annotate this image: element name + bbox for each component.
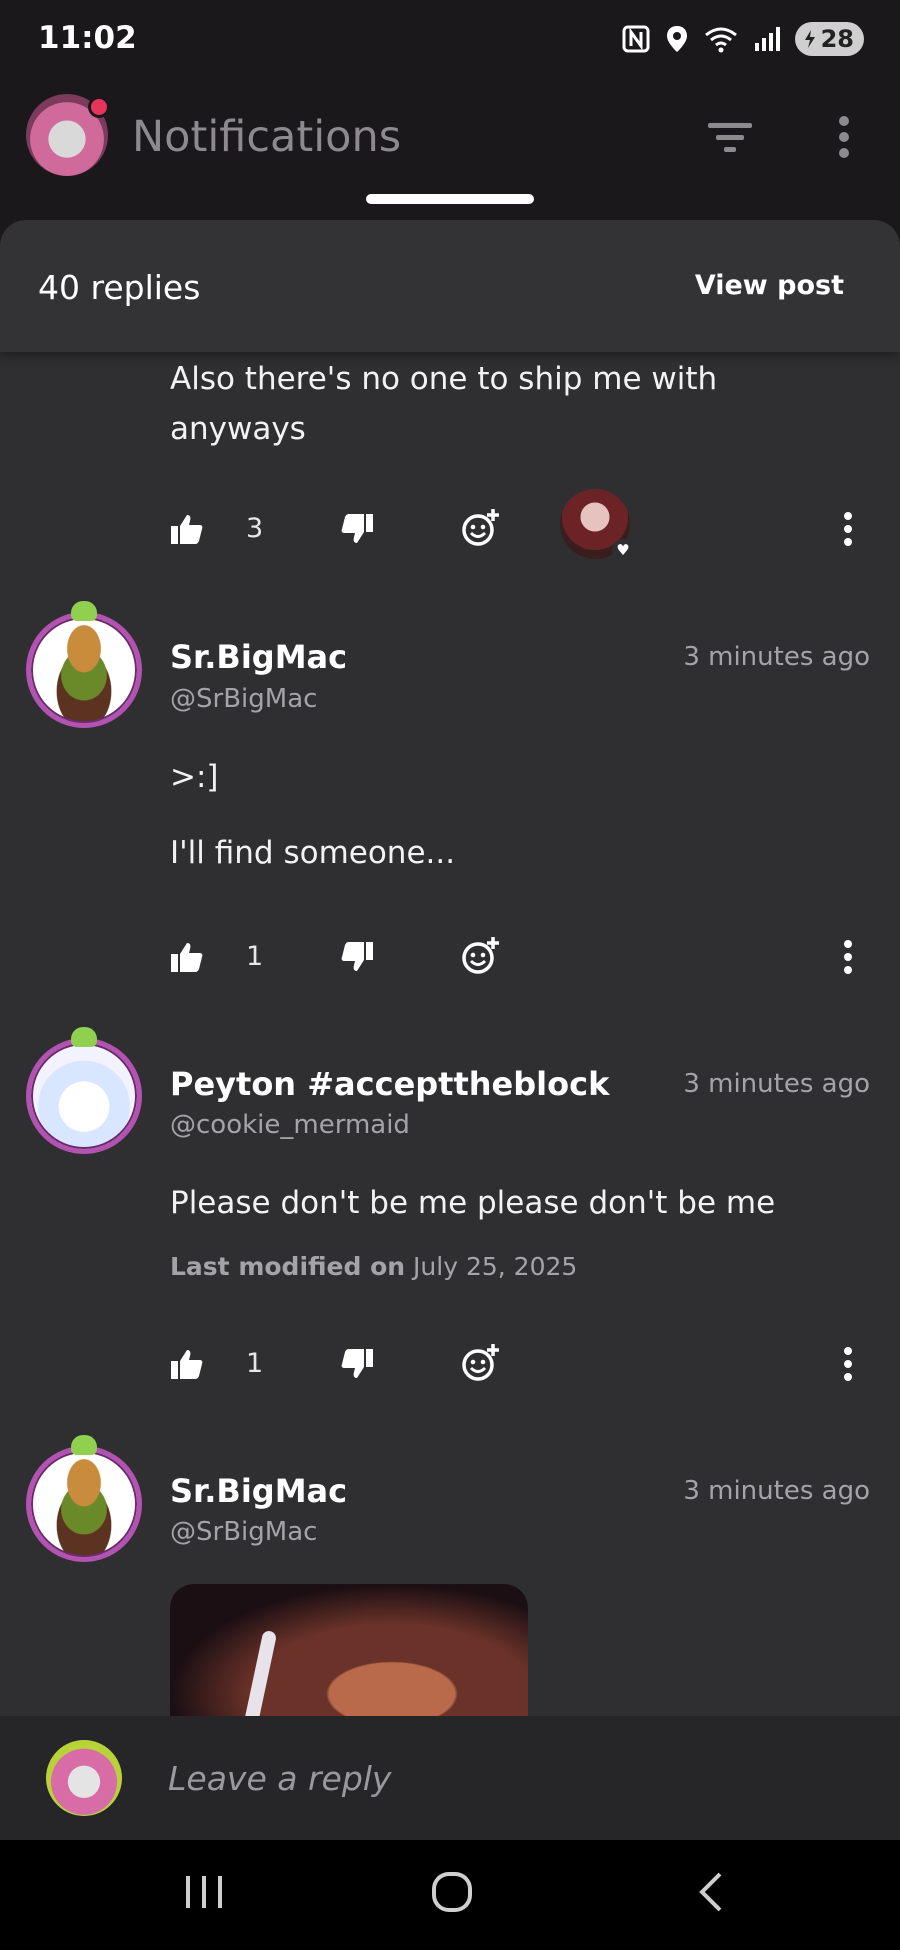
- user-avatar[interactable]: [26, 1027, 142, 1154]
- add-reaction-icon[interactable]: [460, 1342, 500, 1384]
- comment-line: Also there's no one to ship me with: [170, 361, 718, 397]
- user-name[interactable]: Peyton #accepttheblock: [170, 1065, 609, 1103]
- comment-line: >:]: [170, 759, 219, 795]
- clock: 11:02: [38, 20, 137, 56]
- like-count: 1: [246, 941, 264, 972]
- battery-indicator: 28: [794, 22, 864, 56]
- timestamp: 3 minutes ago: [683, 1069, 870, 1099]
- like-count: 3: [246, 513, 264, 544]
- nfc-icon: [622, 25, 650, 53]
- thumbs-up-icon[interactable]: [170, 941, 204, 973]
- timestamp: 3 minutes ago: [683, 642, 870, 672]
- thumbs-up-icon[interactable]: [170, 513, 204, 545]
- my-avatar: [46, 1740, 122, 1816]
- replies-sheet: 40 replies View post Also there's no one…: [0, 220, 900, 1716]
- last-modified-label: Last modified on: [170, 1252, 406, 1281]
- add-reaction-icon[interactable]: [460, 507, 500, 549]
- comment-line: anyways: [170, 411, 306, 447]
- more-vert-icon[interactable]: [842, 939, 854, 975]
- image-detail: [240, 1629, 278, 1716]
- thumbs-up-icon[interactable]: [170, 1348, 204, 1380]
- home-icon[interactable]: [430, 1870, 474, 1914]
- add-reaction-icon[interactable]: [460, 935, 500, 977]
- more-vert-icon[interactable]: [842, 511, 854, 547]
- comment-actions: 1: [170, 1340, 870, 1390]
- reply-bar: [0, 1716, 900, 1840]
- view-post-button[interactable]: View post: [695, 270, 844, 301]
- comment-text: Also there's no one to ship me with anyw…: [170, 354, 870, 454]
- last-modified: Last modified on July 25, 2025: [170, 1252, 577, 1281]
- recent-apps-icon[interactable]: [182, 1870, 226, 1914]
- user-handle: @cookie_mermaid: [170, 1110, 410, 1140]
- profile-avatar[interactable]: [26, 94, 110, 176]
- reactor-avatar[interactable]: ♥: [560, 489, 634, 561]
- comment-text: Please don't be me please don't be me: [170, 1185, 776, 1221]
- status-icons: 28: [621, 22, 864, 56]
- frog-badge: [71, 601, 97, 621]
- battery-icon: [804, 30, 815, 48]
- user-avatar[interactable]: [26, 601, 142, 728]
- heart-icon: ♥: [612, 539, 634, 561]
- battery-level: 28: [820, 25, 854, 53]
- comment-actions: 1: [170, 933, 870, 983]
- reply-input[interactable]: [168, 1750, 848, 1806]
- frog-badge: [71, 1435, 97, 1455]
- user-handle: @SrBigMac: [170, 684, 318, 714]
- frog-badge: [71, 1027, 97, 1047]
- back-icon[interactable]: [690, 1870, 734, 1914]
- signal-icon: [754, 27, 780, 51]
- like-count: 1: [246, 1348, 264, 1379]
- wifi-icon: [704, 27, 737, 53]
- thumbs-down-icon[interactable]: [340, 1348, 374, 1380]
- thumbs-down-icon[interactable]: [340, 513, 374, 545]
- user-avatar[interactable]: [26, 1435, 142, 1562]
- user-handle: @SrBigMac: [170, 1517, 318, 1547]
- sheet-drag-handle[interactable]: [366, 194, 534, 204]
- comment-actions: 3 ♥: [170, 489, 870, 561]
- more-vert-icon[interactable]: [842, 1346, 854, 1382]
- attached-image[interactable]: [170, 1584, 528, 1716]
- app-bar: Notifications: [0, 84, 900, 220]
- status-bar: 11:02 28: [0, 0, 900, 84]
- thumbs-down-icon[interactable]: [340, 941, 374, 973]
- more-vert-icon[interactable]: [830, 114, 858, 160]
- sheet-header: 40 replies View post: [0, 220, 900, 352]
- location-icon: [666, 26, 687, 52]
- last-modified-date: July 25, 2025: [413, 1252, 578, 1281]
- page-title: Notifications: [132, 112, 402, 162]
- user-name[interactable]: Sr.BigMac: [170, 638, 347, 676]
- filter-icon[interactable]: [706, 117, 754, 157]
- comment-line: I'll find someone...: [170, 835, 456, 871]
- notification-dot: [88, 96, 110, 118]
- user-name[interactable]: Sr.BigMac: [170, 1472, 347, 1510]
- replies-count: 40 replies: [38, 268, 201, 307]
- system-nav-bar: [0, 1840, 900, 1950]
- timestamp: 3 minutes ago: [683, 1476, 870, 1506]
